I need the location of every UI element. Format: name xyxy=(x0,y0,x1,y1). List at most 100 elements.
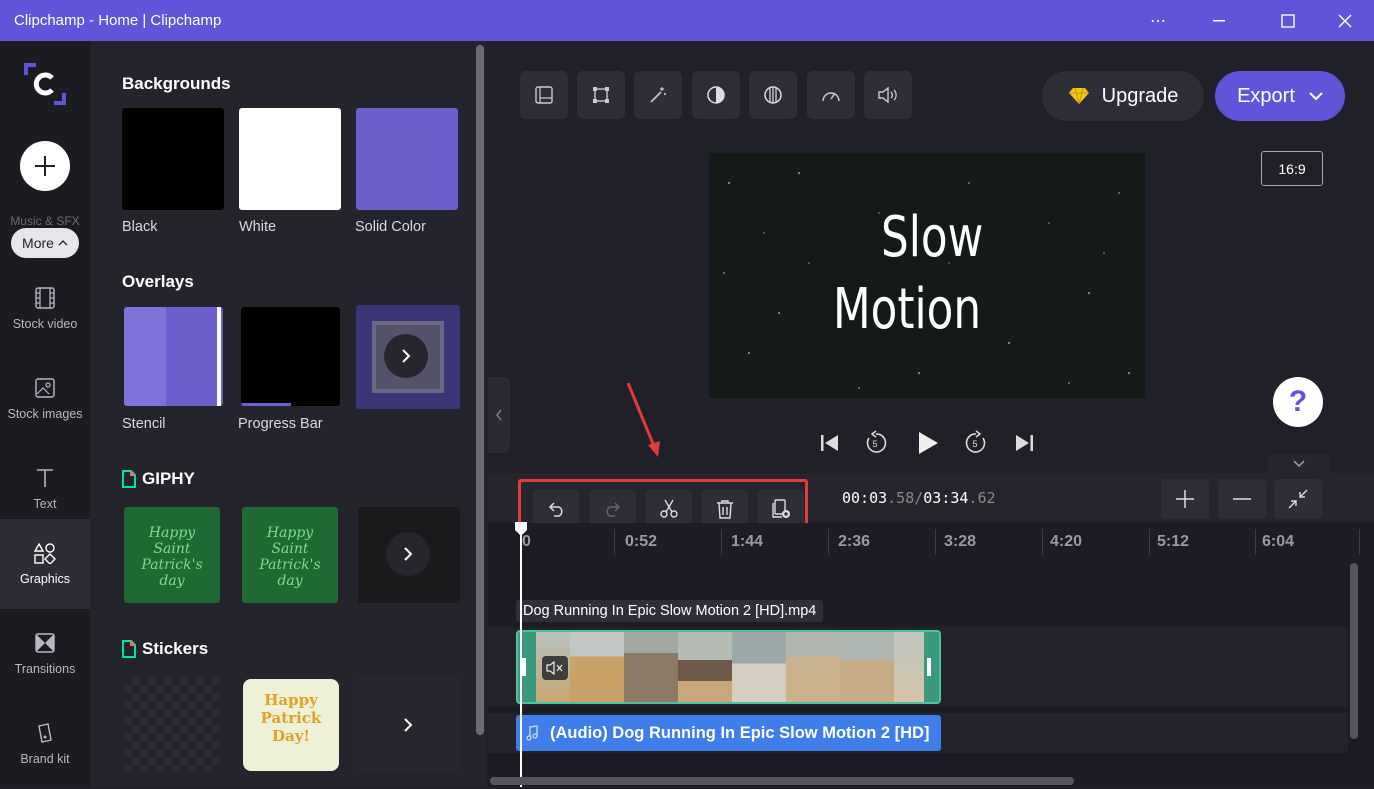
nav-stock-images[interactable]: Stock images xyxy=(0,354,90,444)
overlays-next-button[interactable] xyxy=(384,334,428,378)
music-note-icon xyxy=(526,725,538,741)
overlay-stencil-tile[interactable] xyxy=(124,307,223,406)
time-separator: / xyxy=(914,489,924,507)
giphy-next-button[interactable] xyxy=(386,532,430,576)
collapse-arrows-icon xyxy=(1288,489,1308,509)
ruler-line xyxy=(1255,529,1256,555)
background-black-tile[interactable] xyxy=(122,108,224,210)
backgrounds-title: Backgrounds xyxy=(122,74,231,93)
svg-text:5: 5 xyxy=(973,439,978,449)
nav-brand-kit[interactable]: Brand kit xyxy=(0,699,90,789)
giphy-title-label: GIPHY xyxy=(142,469,195,488)
nav-transitions[interactable]: Transitions xyxy=(0,609,90,699)
aspect-ratio-button[interactable]: 16:9 xyxy=(1261,151,1323,186)
filter-tool-button[interactable] xyxy=(749,71,797,119)
skip-to-end-button[interactable] xyxy=(1004,425,1044,461)
timeline: 0 0:52 1:44 2:36 3:28 4:20 5:12 6:04 Dog… xyxy=(488,522,1374,787)
help-button[interactable]: ? xyxy=(1273,377,1323,427)
speed-tool-button[interactable] xyxy=(807,71,855,119)
chevron-left-icon xyxy=(496,409,502,421)
maximize-button[interactable] xyxy=(1265,0,1311,41)
clip-frame xyxy=(678,632,732,702)
chevron-down-icon xyxy=(1309,91,1323,100)
timeline-toolbar: 00:03.58/03:34.62 xyxy=(488,473,1374,529)
sticker-item-1[interactable] xyxy=(124,677,220,773)
export-button[interactable]: Export xyxy=(1215,71,1345,121)
overlays-title: Overlays xyxy=(122,272,194,291)
clipchamp-logo[interactable] xyxy=(22,61,68,107)
nav-brand-kit-label: Brand kit xyxy=(20,752,70,766)
minimize-button[interactable] xyxy=(1196,0,1242,41)
video-preview[interactable]: Slow Motion xyxy=(709,153,1145,398)
contrast-tool-button[interactable] xyxy=(692,71,740,119)
minus-icon xyxy=(1233,498,1251,500)
nav-music-sfx-label[interactable]: Music & SFX xyxy=(0,214,90,228)
zoom-in-button[interactable] xyxy=(1161,479,1209,519)
undo-icon xyxy=(548,502,563,517)
clip-frame xyxy=(732,632,786,702)
sticker-item-2[interactable]: Happy Patrick Day! xyxy=(243,679,339,771)
giphy-item-2[interactable]: Happy Saint Patrick's day xyxy=(242,507,338,603)
time-current-frac: .58 xyxy=(887,489,915,507)
export-label: Export xyxy=(1237,84,1295,107)
stickers-title: Stickers xyxy=(122,639,208,659)
panel-scrollbar[interactable] xyxy=(476,45,484,735)
preview-title-line2: Motion xyxy=(833,277,982,342)
zoom-out-button[interactable] xyxy=(1218,479,1266,519)
magic-wand-icon xyxy=(650,87,666,103)
forward-5-button[interactable]: 5 xyxy=(956,425,996,461)
background-white-tile[interactable] xyxy=(239,108,341,210)
crop-icon xyxy=(593,87,609,103)
time-total-frac: .62 xyxy=(968,489,996,507)
magic-tool-button[interactable] xyxy=(634,71,682,119)
background-solid-color-tile[interactable] xyxy=(356,108,458,210)
upgrade-button[interactable]: Upgrade xyxy=(1042,71,1204,121)
chevron-up-icon xyxy=(58,240,68,246)
scissors-icon xyxy=(660,499,678,518)
clip-trim-handle-right[interactable] xyxy=(927,658,931,676)
plus-icon xyxy=(1176,490,1194,508)
timecode: 00:03.58/03:34.62 xyxy=(842,489,996,507)
collapse-preview-button[interactable] xyxy=(1268,454,1330,473)
add-media-button[interactable] xyxy=(20,141,70,191)
nav-graphics[interactable]: Graphics xyxy=(0,519,90,609)
time-current: 00:03 xyxy=(842,489,888,507)
ruler-tick: 2:36 xyxy=(838,533,871,550)
clip-trim-handle-left[interactable] xyxy=(522,658,526,676)
giphy-item-1-text: Happy Saint Patrick's day xyxy=(141,525,203,590)
clip-mute-button[interactable] xyxy=(542,656,568,680)
background-black-label: Black xyxy=(122,219,158,235)
skip-to-start-button[interactable] xyxy=(810,425,850,461)
shapes-icon xyxy=(33,542,56,564)
ruler-tick: 0:52 xyxy=(625,533,658,550)
crop-tool-button[interactable] xyxy=(577,71,625,119)
clip-frame xyxy=(840,632,894,702)
audio-tool-button[interactable] xyxy=(864,71,912,119)
rewind-5-button[interactable]: 5 xyxy=(856,425,896,461)
ruler-tick: 5:12 xyxy=(1157,533,1190,550)
fit-timeline-button[interactable] xyxy=(1274,479,1322,519)
layout-tool-button[interactable] xyxy=(520,71,568,119)
sticker-item-2-text: Happy Patrick Day! xyxy=(260,691,322,745)
stickers-next-button[interactable] xyxy=(386,703,430,747)
contrast-icon xyxy=(707,86,725,104)
play-button[interactable] xyxy=(908,425,948,461)
video-clip[interactable] xyxy=(516,630,941,704)
nav-stock-video[interactable]: Stock video xyxy=(0,264,90,354)
timeline-horizontal-scrollbar[interactable] xyxy=(490,777,1074,785)
preview-title-line1: Slow xyxy=(881,205,984,270)
overlay-progress-bar-label: Progress Bar xyxy=(238,416,323,432)
collapse-panel-button[interactable] xyxy=(488,377,510,453)
audio-clip[interactable]: (Audio) Dog Running In Epic Slow Motion … xyxy=(516,715,941,751)
close-button[interactable] xyxy=(1322,0,1368,41)
more-button[interactable]: More xyxy=(11,228,79,258)
svg-text:5: 5 xyxy=(873,439,878,449)
window-more-icon[interactable]: ⋯ xyxy=(1135,0,1181,41)
skip-forward-icon xyxy=(1016,435,1033,451)
playhead[interactable] xyxy=(515,522,527,787)
timeline-vertical-scrollbar[interactable] xyxy=(1350,563,1358,739)
overlay-progress-bar-tile[interactable] xyxy=(241,307,340,406)
title-bar: Clipchamp - Home | Clipchamp ⋯ xyxy=(0,0,1374,41)
nav-stock-video-label: Stock video xyxy=(12,317,78,331)
giphy-item-1[interactable]: Happy Saint Patrick's day xyxy=(124,507,220,603)
